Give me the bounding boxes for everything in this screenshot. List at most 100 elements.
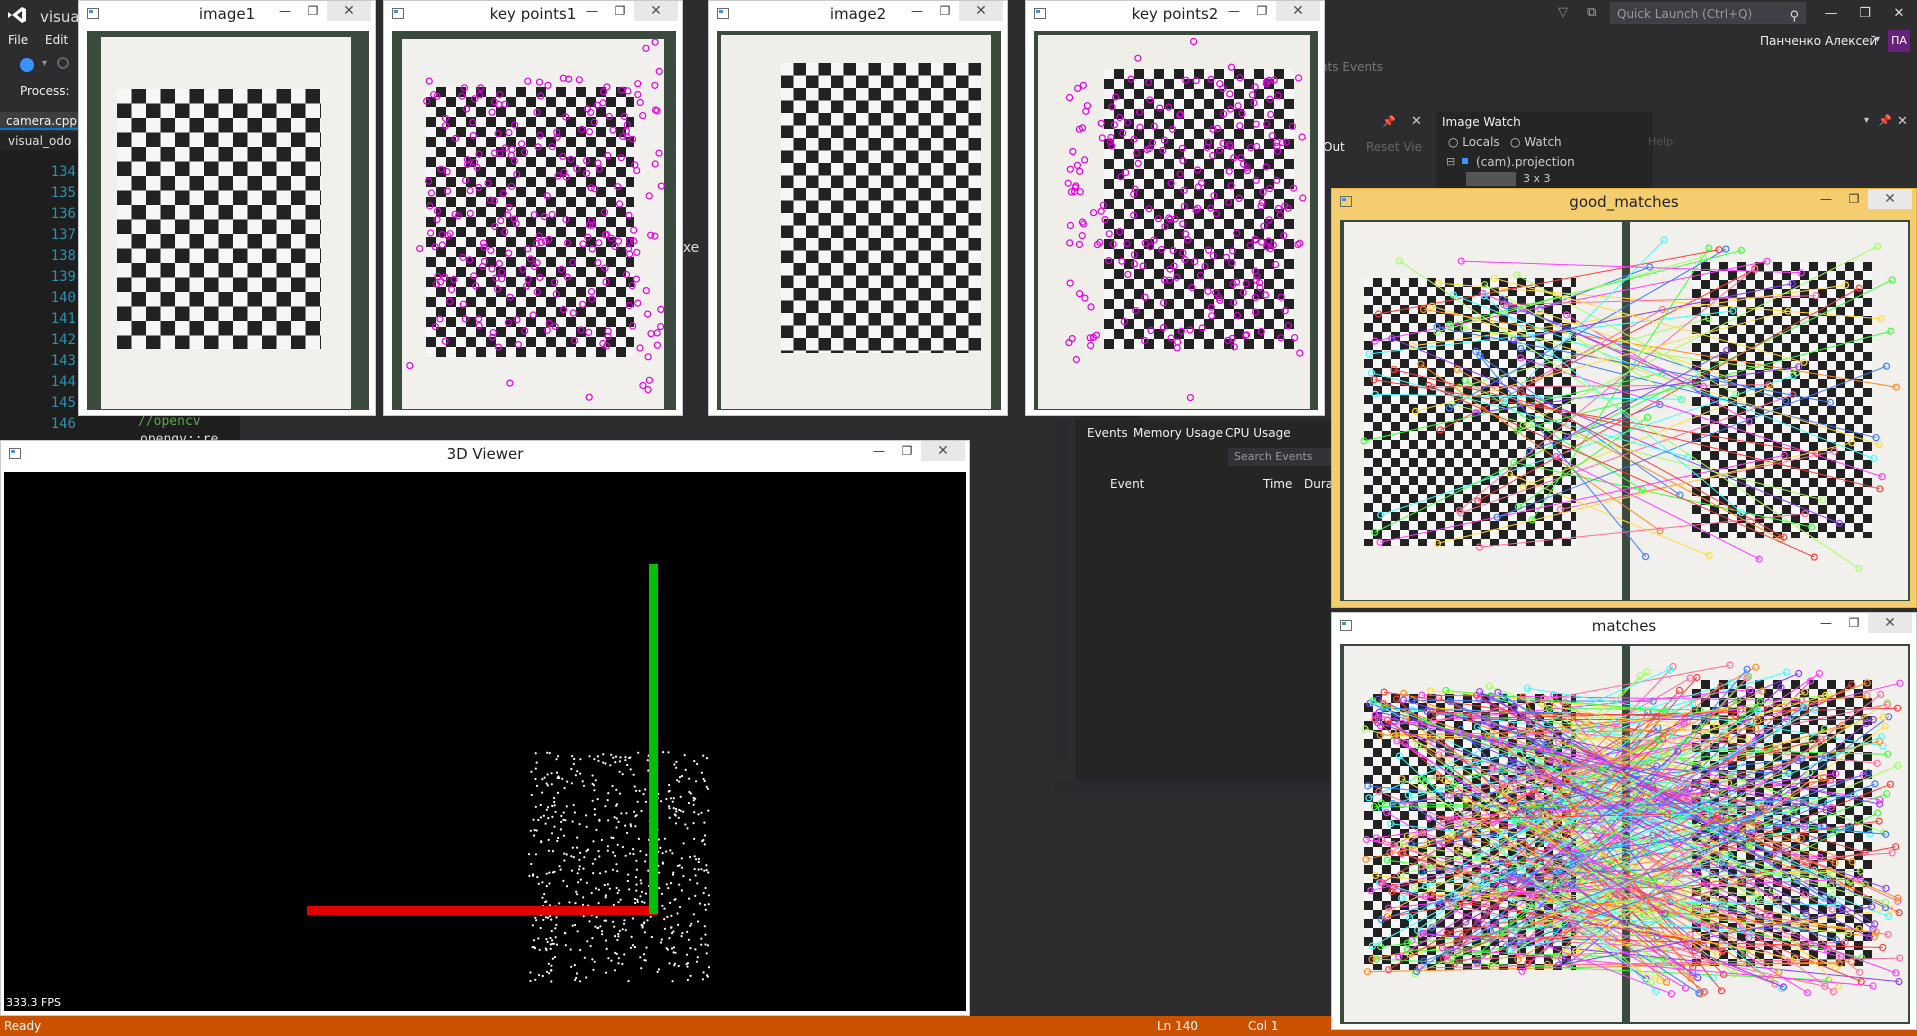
iw-help-link[interactable]: Help bbox=[1648, 135, 1673, 148]
iw-locals-radio[interactable]: ○ Locals bbox=[1448, 135, 1500, 149]
window-matches[interactable]: matches — ❐ ✕ bbox=[1331, 612, 1917, 1030]
tab-camera-cpp[interactable]: camera.cpp bbox=[0, 112, 78, 130]
window-key-points2[interactable]: key points2 — ❐ ✕ bbox=[1025, 0, 1325, 416]
window-3d-viewer[interactable]: 3D Viewer — ❐ ✕ 333.3 FPS bbox=[0, 440, 970, 1016]
output-label[interactable]: Out bbox=[1323, 140, 1345, 154]
column-header-event[interactable]: Event bbox=[1110, 477, 1144, 491]
keypoint-marker bbox=[615, 200, 624, 208]
window-good-matches[interactable]: good_matches — ❐ ✕ bbox=[1331, 188, 1917, 608]
cloud-point bbox=[640, 809, 643, 813]
minimize-button[interactable]: — bbox=[271, 1, 299, 21]
image1-photo[interactable] bbox=[87, 31, 369, 410]
iw-watch-radio[interactable]: ○ Watch bbox=[1510, 135, 1562, 149]
matches-image[interactable] bbox=[1340, 644, 1910, 1024]
vs-close-button[interactable]: ✕ bbox=[1884, 4, 1914, 24]
minimize-button[interactable]: — bbox=[1812, 613, 1840, 633]
cloud-point bbox=[622, 922, 626, 925]
keypoints1-photo[interactable] bbox=[392, 31, 676, 410]
keypoint-marker bbox=[1259, 188, 1267, 196]
maximize-button[interactable]: ❐ bbox=[931, 1, 959, 21]
minimize-button[interactable]: — bbox=[1220, 1, 1248, 21]
user-name[interactable]: Панченко Алексей bbox=[1760, 34, 1877, 48]
menu-edit[interactable]: Edit bbox=[45, 33, 68, 47]
cloud-point bbox=[530, 793, 533, 797]
keypoints2-photo[interactable] bbox=[1034, 31, 1318, 410]
minimize-button[interactable]: — bbox=[578, 1, 606, 21]
cloud-point bbox=[703, 869, 706, 872]
cloud-point bbox=[574, 774, 578, 777]
maximize-button[interactable]: ❐ bbox=[606, 1, 634, 21]
cloud-point bbox=[693, 855, 696, 858]
maximize-button[interactable]: ❐ bbox=[299, 1, 327, 21]
iw-pin-icon[interactable]: 📌 bbox=[1878, 114, 1892, 127]
minimize-button[interactable]: — bbox=[903, 1, 931, 21]
iw-close-icon[interactable]: ✕ bbox=[1897, 114, 1908, 129]
user-avatar[interactable]: ПА bbox=[1888, 30, 1910, 52]
maximize-button[interactable]: ❐ bbox=[1840, 613, 1868, 633]
vs-restore-button[interactable]: ❐ bbox=[1850, 4, 1880, 24]
window-image1[interactable]: image1 — ❐ ✕ bbox=[78, 0, 376, 416]
panel-pin-icon[interactable]: 📌 bbox=[1382, 115, 1396, 128]
keypoint-marker bbox=[604, 151, 612, 160]
viewer-canvas[interactable]: 333.3 FPS bbox=[4, 472, 966, 1011]
cloud-point bbox=[706, 787, 710, 790]
close-button[interactable]: ✕ bbox=[327, 1, 371, 21]
window-key-points1[interactable]: key points1 — ❐ ✕ bbox=[383, 0, 683, 416]
back-nav-icon[interactable] bbox=[20, 58, 34, 72]
close-button[interactable]: ✕ bbox=[634, 1, 678, 21]
tab-memory-usage[interactable]: Memory Usage bbox=[1133, 426, 1223, 440]
menu-file[interactable]: File bbox=[8, 33, 28, 47]
solution-item[interactable]: visual_odo bbox=[0, 132, 80, 150]
cloud-point bbox=[606, 845, 610, 848]
cloud-point bbox=[537, 937, 540, 940]
cloud-point bbox=[705, 864, 708, 867]
forward-nav-icon[interactable] bbox=[57, 57, 69, 69]
maximize-button[interactable]: ❐ bbox=[893, 441, 921, 461]
iw-projection-item[interactable]: (cam).projection bbox=[1476, 155, 1575, 169]
maximize-button[interactable]: ❐ bbox=[1840, 189, 1868, 209]
cloud-point bbox=[606, 883, 610, 886]
cloud-point bbox=[573, 964, 576, 967]
close-button[interactable]: ✕ bbox=[1276, 1, 1320, 21]
maximize-button[interactable]: ❐ bbox=[1248, 1, 1276, 21]
minimize-button[interactable]: — bbox=[1812, 189, 1840, 209]
close-button[interactable]: ✕ bbox=[921, 441, 965, 461]
image2-photo[interactable] bbox=[717, 31, 1001, 410]
search-events-input[interactable]: Search Events bbox=[1228, 448, 1332, 466]
tab-events[interactable]: Events bbox=[1087, 426, 1128, 440]
keypoint-marker bbox=[498, 268, 506, 276]
good-matches-image[interactable] bbox=[1340, 220, 1910, 601]
back-dropdown-icon[interactable]: ▾ bbox=[42, 58, 47, 69]
cloud-point bbox=[620, 812, 623, 815]
cloud-point bbox=[578, 823, 581, 826]
cloud-point bbox=[627, 873, 630, 876]
match-keypoint bbox=[1487, 961, 1495, 970]
reset-view-button[interactable]: Reset Vie bbox=[1366, 140, 1422, 154]
panel-close-icon[interactable]: ✕ bbox=[1411, 114, 1422, 129]
notifications-icon[interactable]: ⧉ bbox=[1587, 5, 1596, 20]
close-button[interactable]: ✕ bbox=[959, 1, 1003, 21]
keypoint-marker bbox=[1150, 122, 1158, 130]
quick-launch-input[interactable]: Quick Launch (Ctrl+Q) ⚲ bbox=[1610, 2, 1806, 24]
cloud-point bbox=[559, 868, 562, 871]
close-button[interactable]: ✕ bbox=[1868, 613, 1912, 633]
column-header-time[interactable]: Time bbox=[1263, 477, 1292, 491]
expand-icon[interactable]: ⊟ bbox=[1446, 155, 1455, 168]
minimize-button[interactable]: — bbox=[865, 441, 893, 461]
cloud-point bbox=[592, 872, 595, 875]
window-image2[interactable]: image2 — ❐ ✕ bbox=[708, 0, 1008, 416]
close-button[interactable]: ✕ bbox=[1868, 189, 1912, 209]
cloud-point bbox=[672, 807, 675, 810]
filter-icon[interactable]: ▽ bbox=[1558, 5, 1568, 20]
match-keypoint bbox=[1453, 365, 1461, 373]
tab-cpu-usage[interactable]: CPU Usage bbox=[1225, 426, 1291, 440]
vertical-scrollbar[interactable] bbox=[1056, 420, 1068, 760]
cloud-point bbox=[541, 791, 544, 794]
user-menu-chevron-icon[interactable]: ▾ bbox=[1875, 34, 1880, 45]
vs-minimize-button[interactable]: — bbox=[1816, 4, 1846, 24]
match-keypoint bbox=[1563, 311, 1571, 319]
horizontal-scrollbar[interactable] bbox=[1055, 780, 1345, 790]
iw-thumbnail[interactable] bbox=[1466, 172, 1516, 186]
iw-dropdown-icon[interactable]: ▾ bbox=[1864, 115, 1869, 126]
keypoint-marker bbox=[1237, 154, 1245, 162]
